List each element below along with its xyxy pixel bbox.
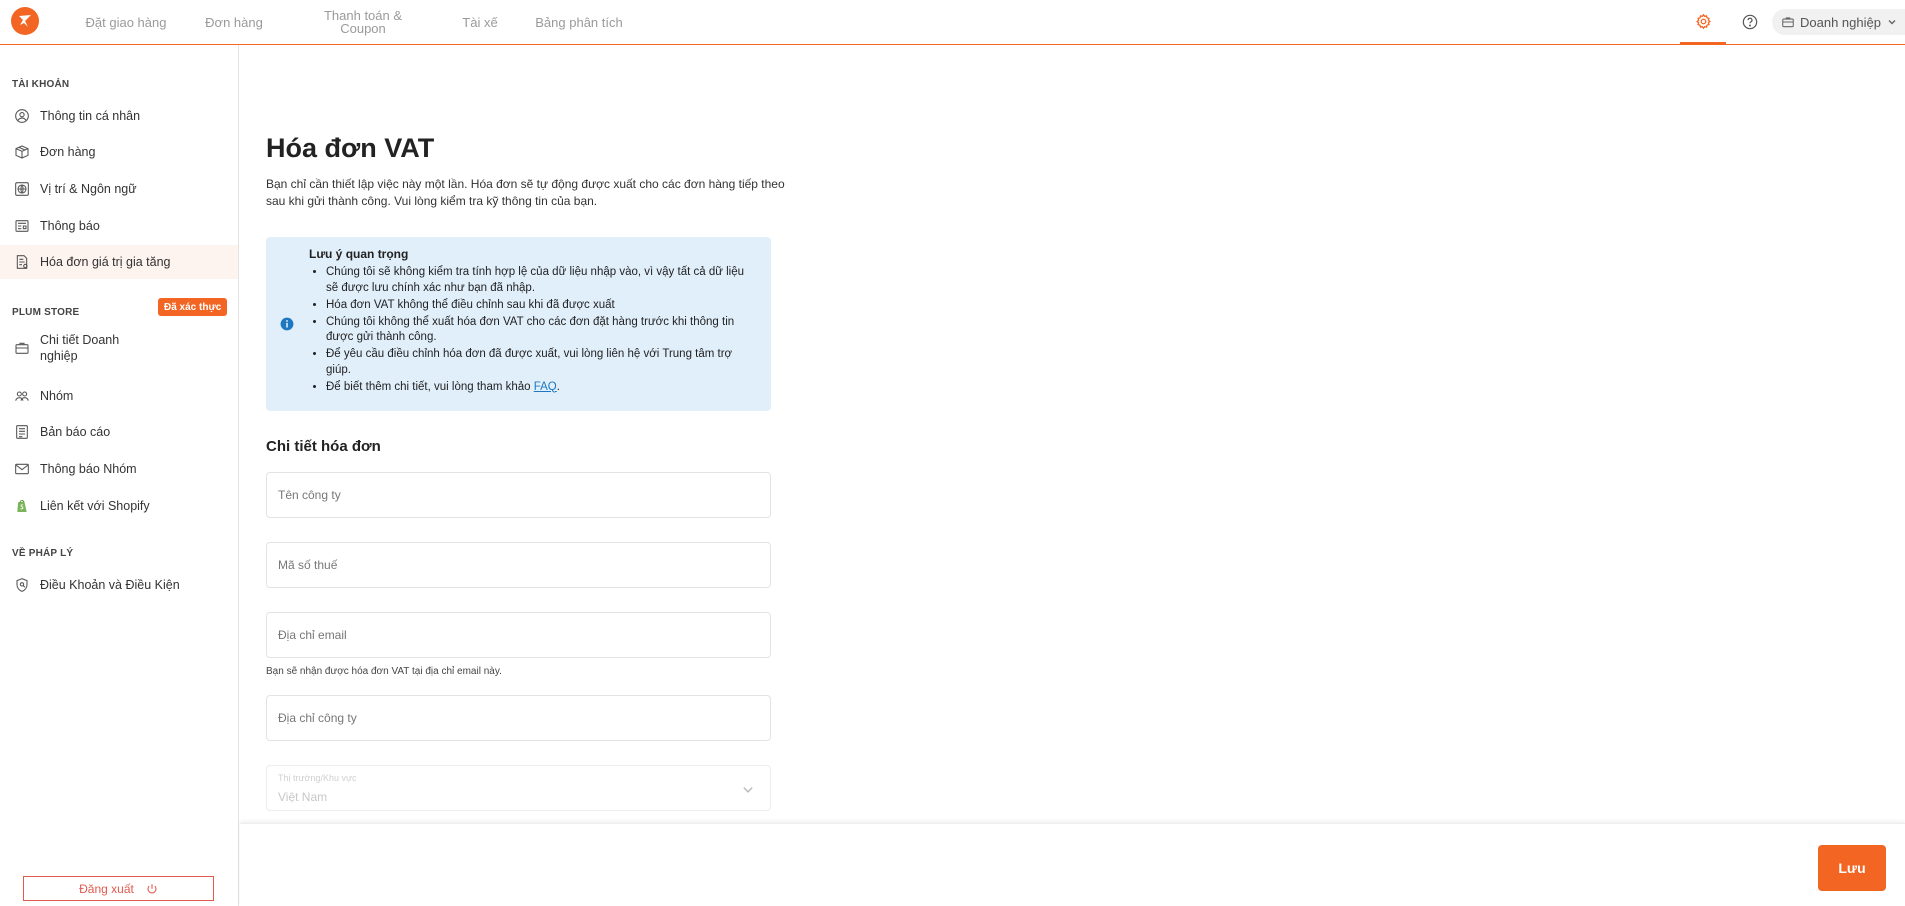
- briefcase-icon: [15, 342, 29, 354]
- notice-item: Để yêu cầu điều chỉnh hóa đơn đã được xu…: [326, 347, 756, 378]
- sidebar-item-label: Thông báo: [40, 219, 100, 233]
- faq-link[interactable]: FAQ: [534, 381, 557, 393]
- sidebar-item-orders[interactable]: Đơn hàng: [0, 135, 238, 169]
- help-icon: [1742, 14, 1758, 30]
- logout-label: Đăng xuất: [79, 881, 134, 896]
- nav-analytics[interactable]: Bảng phân tích: [527, 0, 631, 44]
- sidebar-item-label: Đơn hàng: [40, 145, 96, 159]
- power-icon: [147, 883, 157, 893]
- main-content: Hóa đơn VAT Bạn chỉ cần thiết lập việc n…: [240, 45, 1905, 825]
- globe-icon: [15, 182, 29, 196]
- section-title-plum-store: PLUM STORE: [12, 307, 80, 318]
- top-bar: Đặt giao hàng Đơn hàng Thanh toán & Coup…: [0, 0, 1905, 45]
- shopify-icon: [17, 499, 27, 512]
- tax-code-field[interactable]: [266, 542, 771, 588]
- sidebar-item-label: Vị trí & Ngôn ngữ: [40, 182, 137, 196]
- important-notice: Lưu ý quan trọng Chúng tôi sẽ không kiểm…: [266, 237, 771, 411]
- sidebar-item-label: Hóa đơn giá trị gia tăng: [40, 255, 171, 269]
- market-select[interactable]: Thị trường/Khu vực Việt Nam: [266, 765, 771, 811]
- invoice-details-title: Chi tiết hóa đơn: [266, 438, 381, 455]
- tax-code-input[interactable]: [278, 558, 770, 572]
- shield-icon: [16, 578, 28, 592]
- notice-list: Chúng tôi sẽ không kiểm tra tính hợp lệ …: [326, 265, 756, 397]
- notice-item: Để biết thêm chi tiết, vui lòng tham khả…: [326, 380, 756, 396]
- settings-button[interactable]: [1680, 0, 1726, 44]
- company-name-field[interactable]: [266, 472, 771, 518]
- company-address-input[interactable]: [278, 711, 770, 725]
- chevron-down-icon: [743, 787, 753, 793]
- mail-icon: [15, 463, 29, 475]
- report-icon: [16, 425, 28, 439]
- logout-button[interactable]: Đăng xuất: [23, 876, 214, 901]
- sidebar-item-label: Thông báo Nhóm: [40, 462, 137, 476]
- notice-item: Hóa đơn VAT không thể điều chỉnh sau khi…: [326, 298, 756, 314]
- page-title: Hóa đơn VAT: [266, 133, 435, 163]
- sidebar-item-label: Thông tin cá nhân: [40, 109, 141, 123]
- invoice-icon: [16, 255, 28, 269]
- briefcase-icon: [1782, 17, 1794, 28]
- sidebar-item-reports[interactable]: Bản báo cáo: [0, 415, 238, 449]
- company-address-field[interactable]: [266, 695, 771, 741]
- notice-item: Chúng tôi sẽ không kiểm tra tính hợp lệ …: [326, 265, 756, 296]
- sidebar-item-notifications[interactable]: Thông báo: [0, 209, 238, 243]
- app-logo[interactable]: [11, 7, 39, 35]
- sidebar-item-business-details[interactable]: Chi tiết Doanh nghiệp: [0, 328, 238, 368]
- market-value: Việt Nam: [278, 790, 328, 804]
- chevron-down-icon: [1888, 20, 1896, 25]
- email-field[interactable]: [266, 612, 771, 658]
- nav-orders[interactable]: Đơn hàng: [194, 0, 274, 44]
- sidebar-item-group[interactable]: Nhóm: [0, 379, 238, 413]
- gear-icon: [1695, 13, 1711, 29]
- sidebar-item-label: Nhóm: [40, 389, 74, 403]
- sidebar-item-label: Điều Khoản và Điều Kiện: [40, 578, 180, 592]
- notice-item: Chúng tôi không thể xuất hóa đơn VAT cho…: [326, 315, 756, 346]
- nav-payment-coupon[interactable]: Thanh toán & Coupon: [308, 0, 418, 44]
- bird-logo-icon: [19, 15, 31, 27]
- company-name-input[interactable]: [278, 488, 770, 502]
- sidebar-item-group-notifications[interactable]: Thông báo Nhóm: [0, 452, 238, 486]
- account-switcher[interactable]: Doanh nghiệp: [1772, 9, 1905, 35]
- sidebar-item-label: Liên kết với Shopify: [40, 499, 150, 513]
- sidebar: TÀI KHOẢN Thông tin cá nhân Đơn hàng Vị …: [0, 45, 239, 906]
- nav-place-order[interactable]: Đặt giao hàng: [78, 0, 174, 44]
- info-icon: [280, 317, 294, 331]
- sidebar-item-label: Bản báo cáo: [40, 425, 111, 439]
- email-hint: Bạn sẽ nhận được hóa đơn VAT tại địa chỉ…: [266, 666, 502, 677]
- verified-badge: Đã xác thực: [158, 298, 228, 316]
- user-circle-icon: [15, 109, 29, 123]
- save-button[interactable]: Lưu: [1818, 845, 1886, 891]
- sidebar-item-label: Chi tiết Doanh nghiệp: [40, 333, 120, 363]
- footer-bar: [240, 823, 1905, 906]
- notice-title: Lưu ý quan trọng: [309, 247, 409, 261]
- sidebar-item-shopify-link[interactable]: Liên kết với Shopify: [0, 489, 238, 523]
- sidebar-item-personal-info[interactable]: Thông tin cá nhân: [0, 99, 238, 133]
- section-title-account: TÀI KHOẢN: [12, 79, 70, 90]
- account-switcher-label: Doanh nghiệp: [1800, 14, 1881, 30]
- sidebar-item-location-language[interactable]: Vị trí & Ngôn ngữ: [0, 172, 238, 206]
- nav-drivers[interactable]: Tài xế: [455, 0, 505, 44]
- intro-text: Bạn chỉ cần thiết lập việc này một lần. …: [266, 177, 785, 208]
- sidebar-item-terms[interactable]: Điều Khoản và Điều Kiện: [0, 568, 238, 602]
- section-title-legal: VỀ PHÁP LÝ: [12, 548, 74, 559]
- newspaper-icon: [15, 220, 29, 232]
- sidebar-item-vat-invoice[interactable]: Hóa đơn giá trị gia tăng: [0, 245, 238, 279]
- package-icon: [15, 145, 29, 159]
- market-label: Thị trường/Khu vực: [278, 773, 357, 783]
- group-icon: [15, 391, 29, 401]
- help-button[interactable]: [1738, 0, 1762, 44]
- email-input[interactable]: [278, 628, 770, 642]
